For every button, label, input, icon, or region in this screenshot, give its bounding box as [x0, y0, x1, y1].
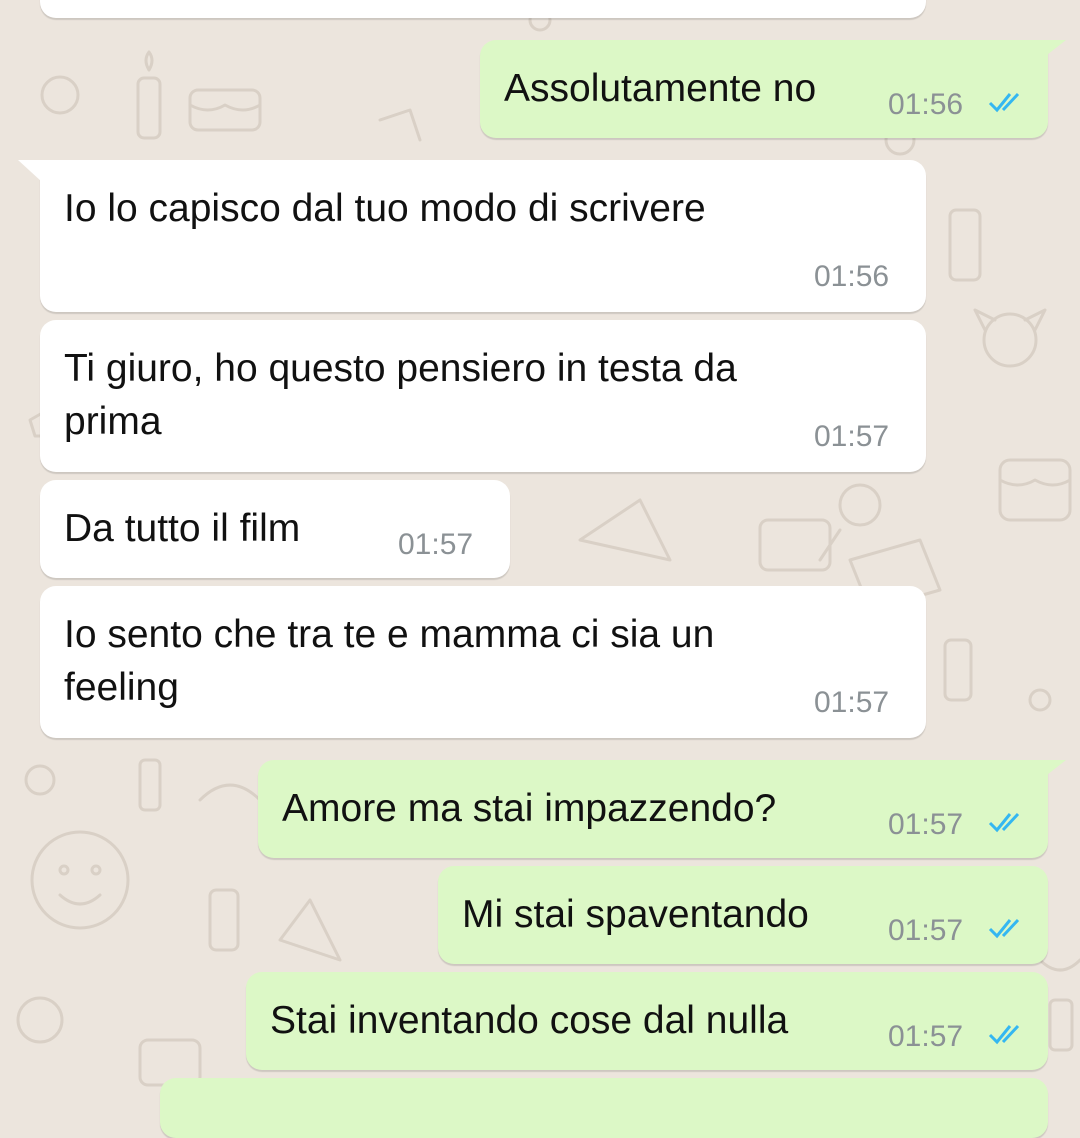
- message-bubble-outgoing[interactable]: Mi stai spaventando 01:57: [438, 866, 1048, 964]
- message-timestamp: 01:57: [398, 528, 474, 561]
- bubble-tail: [1038, 40, 1066, 62]
- message-text: Amore ma stai impazzendo?: [282, 787, 777, 830]
- message-text: Io lo capisco dal tuo modo di scrivere: [64, 187, 706, 230]
- double-check-read-icon: [988, 1024, 1020, 1045]
- message-text: Da tutto il film: [64, 507, 301, 550]
- chat-message-list[interactable]: Assolutamente no 01:56 Io lo capisco dal…: [0, 0, 1080, 1138]
- message-bubble-outgoing[interactable]: Assolutamente no 01:56: [480, 40, 1048, 138]
- message-text: Stai inventando cose dal nulla: [270, 999, 789, 1042]
- message-timestamp: 01:56: [888, 88, 964, 121]
- message-timestamp: 01:56: [814, 260, 890, 293]
- message-text-line: prima: [64, 400, 162, 443]
- message-timestamp: 01:57: [888, 914, 964, 947]
- message-bubble-incoming[interactable]: Io sento che tra te e mamma ci sia un fe…: [40, 586, 926, 738]
- message-timestamp: 01:57: [888, 1020, 964, 1053]
- message-bubble-incoming[interactable]: Da tutto il film 01:57: [40, 480, 510, 578]
- message-text: Assolutamente no: [504, 67, 817, 110]
- bubble-tail: [18, 160, 42, 182]
- message-timestamp: 01:57: [814, 420, 890, 453]
- double-check-read-icon: [988, 918, 1020, 939]
- partial-message-bubble[interactable]: [160, 1078, 1048, 1138]
- message-bubble-outgoing[interactable]: Amore ma stai impazzendo? 01:57: [258, 760, 1048, 858]
- message-bubble-outgoing[interactable]: Stai inventando cose dal nulla 01:57: [246, 972, 1048, 1070]
- message-bubble-incoming[interactable]: Ti giuro, ho questo pensiero in testa da…: [40, 320, 926, 472]
- message-bubble-incoming[interactable]: Io lo capisco dal tuo modo di scrivere 0…: [40, 160, 926, 312]
- double-check-read-icon: [988, 92, 1020, 113]
- message-text-line: Io sento che tra te e mamma ci sia un: [64, 613, 715, 656]
- partial-message-bubble[interactable]: [40, 0, 926, 18]
- message-text: Mi stai spaventando: [462, 893, 809, 936]
- message-timestamp: 01:57: [888, 808, 964, 841]
- message-timestamp: 01:57: [814, 686, 890, 719]
- bubble-tail: [1038, 760, 1066, 782]
- message-text-line: feeling: [64, 666, 179, 709]
- double-check-read-icon: [988, 812, 1020, 833]
- message-text-line: Ti giuro, ho questo pensiero in testa da: [64, 347, 737, 390]
